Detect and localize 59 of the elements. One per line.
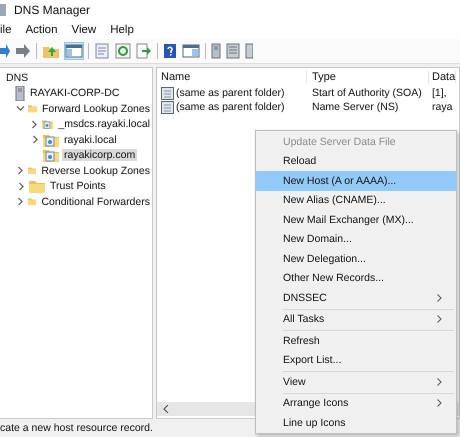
tree-item[interactable]: RAYAKI-CORP-DC <box>28 87 122 100</box>
app-icon <box>0 3 6 17</box>
back-arrow-icon[interactable] <box>0 44 10 58</box>
scroll-left-icon[interactable] <box>163 405 169 413</box>
menu-item[interactable]: New Delegation... <box>256 249 456 268</box>
column-header[interactable]: Name <box>157 71 307 83</box>
tree-item[interactable]: rayakicorp.com <box>62 149 138 162</box>
menu-item[interactable]: Line up Icons <box>256 413 456 432</box>
refresh-icon[interactable] <box>115 43 131 59</box>
zone-folder-icon <box>43 132 59 147</box>
menu-item[interactable]: Other New Records... <box>256 268 456 288</box>
collapse-chevron-icon[interactable] <box>16 104 25 114</box>
table-cell: (same as parent folder) <box>176 101 285 113</box>
forward-arrow-icon[interactable] <box>15 44 31 58</box>
menu-item[interactable]: View <box>71 24 96 36</box>
tree-item[interactable]: Reverse Lookup Zones <box>39 164 152 177</box>
expand-chevron-icon[interactable] <box>30 135 40 144</box>
record-icon <box>161 86 174 100</box>
menu-item[interactable]: Help <box>110 24 134 36</box>
tree-item[interactable]: Trust Points <box>48 180 108 192</box>
record-icon <box>161 100 174 114</box>
expand-chevron-icon[interactable] <box>16 182 26 191</box>
tree-item[interactable]: Forward Lookup Zones <box>40 102 152 115</box>
menu-item[interactable]: Action <box>26 24 58 36</box>
menu-item[interactable]: New Host (A or AAAA)... <box>256 171 456 190</box>
tree-item[interactable]: _msdcs.rayaki.local <box>56 118 152 130</box>
expand-chevron-icon[interactable] <box>16 166 25 176</box>
table-cell-text: Start of Authority (SOA) <box>311 87 423 99</box>
table-cell-text: [1], <box>431 87 447 99</box>
help-icon[interactable] <box>163 43 177 59</box>
menu-item[interactable]: New Domain... <box>256 230 456 249</box>
column-header[interactable]: Type <box>307 71 429 83</box>
column-header[interactable]: Data <box>429 71 456 83</box>
expand-chevron-icon[interactable] <box>16 197 25 206</box>
table-cell-text: Name Server (NS) <box>311 101 400 113</box>
server-list-icon[interactable] <box>245 43 253 59</box>
tree-item[interactable]: rayaki.local <box>62 134 119 146</box>
pane-icon[interactable] <box>182 43 200 59</box>
status-text: cate a new host resource record. <box>0 422 153 434</box>
export-icon[interactable] <box>136 43 152 59</box>
table-cell-text: raya <box>431 101 452 113</box>
window-title: DNS Manager <box>14 3 90 17</box>
server-icon[interactable] <box>211 43 221 59</box>
menu-item[interactable]: Refresh <box>256 331 456 350</box>
menu-item[interactable]: ile <box>0 24 12 36</box>
tree-item[interactable]: Conditional Forwarders <box>39 196 152 208</box>
menu-item[interactable]: New Mail Exchanger (MX)... <box>256 210 456 230</box>
tree-item[interactable]: DNS <box>4 72 30 84</box>
server-list-icon[interactable] <box>226 43 240 59</box>
server-icon <box>15 86 25 101</box>
menu-item[interactable]: Reload <box>256 152 456 171</box>
menu-item[interactable]: New Alias (CNAME)... <box>256 190 456 210</box>
table-cell: (same as parent folder) <box>176 87 285 99</box>
folder-icon <box>29 180 45 193</box>
expand-chevron-icon[interactable] <box>30 120 39 129</box>
pane-icon[interactable] <box>65 43 83 59</box>
properties-icon[interactable] <box>94 43 110 59</box>
zone-folder-icon <box>43 148 59 162</box>
menu-item[interactable]: Arrange Icons <box>256 394 456 413</box>
